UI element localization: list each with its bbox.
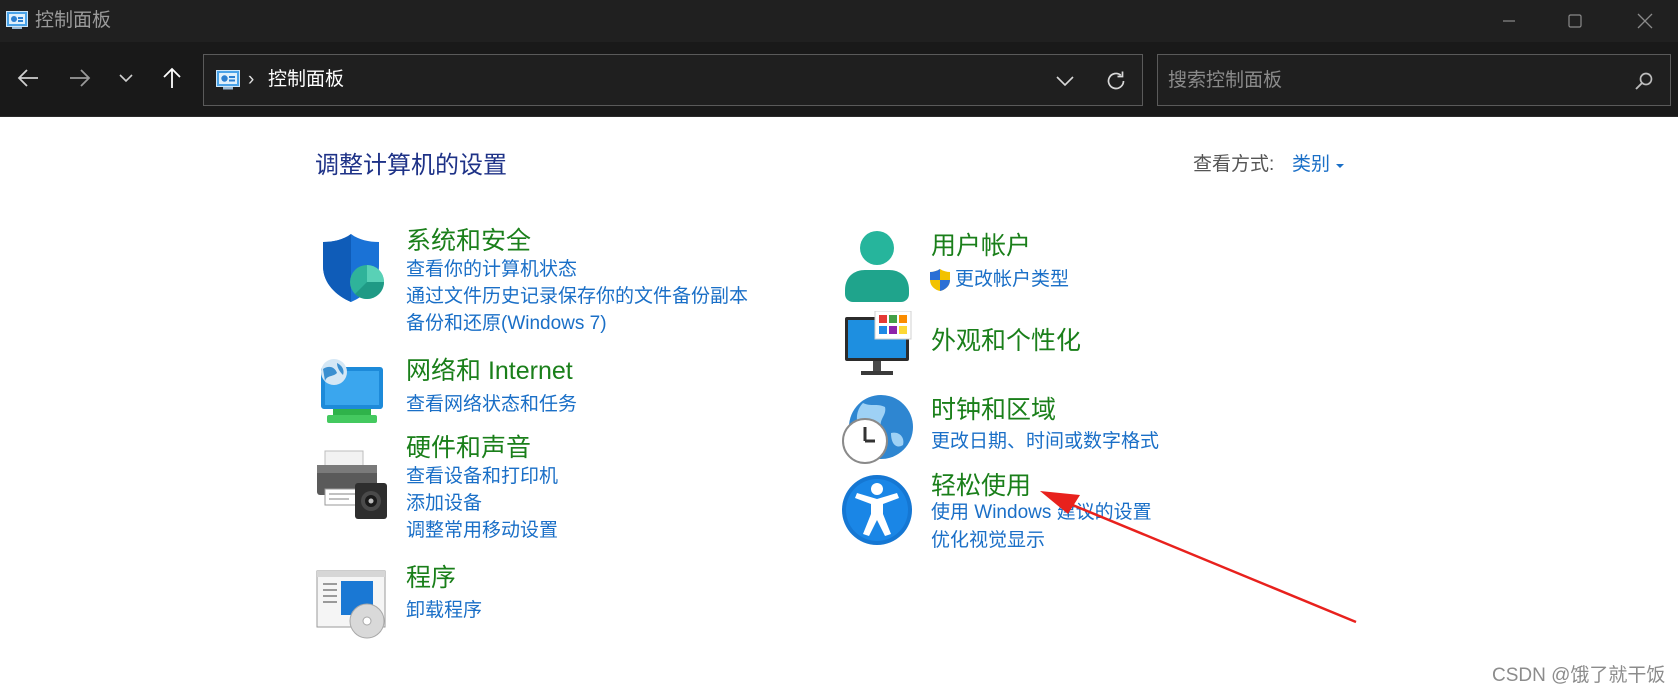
refresh-button[interactable] — [1102, 68, 1130, 94]
category-title-appearance[interactable]: 外观和个性化 — [931, 325, 1081, 357]
control-panel-icon — [6, 11, 28, 29]
breadcrumb-separator: › — [248, 69, 255, 90]
navigation-bar: › 控制面板 搜索控制面板 — [0, 42, 1678, 117]
appearance-icon[interactable] — [841, 311, 913, 383]
arrow-up-icon — [163, 67, 181, 88]
link-view-computer-status[interactable]: 查看你的计算机状态 — [406, 257, 577, 283]
minimize-button[interactable] — [1476, 0, 1542, 42]
chevron-down-icon — [1056, 76, 1074, 86]
maximize-icon — [1568, 14, 1582, 28]
close-button[interactable] — [1612, 0, 1678, 42]
category-title-hardware-sound[interactable]: 硬件和声音 — [406, 432, 531, 464]
up-button[interactable] — [155, 61, 189, 95]
control-panel-icon — [216, 70, 240, 90]
minimize-icon — [1503, 20, 1515, 22]
category-title-system-security[interactable]: 系统和安全 — [406, 225, 531, 257]
address-dropdown-button[interactable] — [1052, 69, 1078, 93]
recent-locations-button[interactable] — [109, 61, 143, 95]
window-title: 控制面板 — [35, 10, 112, 31]
search-icon[interactable] — [1632, 69, 1656, 93]
forward-button[interactable] — [63, 61, 97, 95]
view-by-label: 查看方式: — [1193, 154, 1275, 175]
back-button[interactable] — [11, 61, 45, 95]
search-input[interactable]: 搜索控制面板 — [1168, 69, 1282, 93]
link-file-history-backup[interactable]: 通过文件历史记录保存你的文件备份副本 — [406, 284, 748, 310]
address-bar[interactable]: › 控制面板 — [203, 54, 1143, 106]
search-box[interactable]: 搜索控制面板 — [1157, 54, 1671, 106]
close-icon — [1637, 13, 1653, 29]
view-by-dropdown[interactable]: 类别 — [1292, 152, 1330, 178]
caret-down-icon[interactable] — [1335, 162, 1345, 170]
refresh-icon — [1107, 71, 1125, 90]
link-windows-recommended-settings[interactable]: 使用 Windows 建议的设置 — [931, 500, 1152, 526]
programs-icon[interactable] — [315, 569, 387, 641]
link-add-device[interactable]: 添加设备 — [406, 491, 482, 517]
category-title-user-accounts[interactable]: 用户帐户 — [931, 230, 1031, 262]
category-title-clock-region[interactable]: 时钟和区域 — [931, 394, 1056, 426]
network-icon[interactable] — [315, 357, 387, 429]
uac-shield-icon — [930, 269, 950, 291]
link-mobility-settings[interactable]: 调整常用移动设置 — [406, 518, 558, 544]
link-change-date-time-format[interactable]: 更改日期、时间或数字格式 — [931, 429, 1159, 455]
printer-icon[interactable] — [315, 449, 387, 521]
breadcrumb-control-panel[interactable]: 控制面板 — [268, 68, 344, 92]
link-change-account-type[interactable]: 更改帐户类型 — [955, 267, 1069, 293]
category-title-network-internet[interactable]: 网络和 Internet — [406, 355, 573, 387]
user-icon[interactable] — [841, 230, 913, 302]
title-bar: 控制面板 — [0, 0, 1678, 42]
accessibility-icon[interactable] — [841, 474, 913, 546]
arrow-right-icon — [70, 69, 91, 87]
watermark: CSDN @饿了就干饭 — [1492, 665, 1666, 686]
arrow-left-icon — [17, 69, 38, 87]
link-devices-printers[interactable]: 查看设备和打印机 — [406, 464, 558, 490]
maximize-button[interactable] — [1542, 0, 1608, 42]
category-title-ease-of-access[interactable]: 轻松使用 — [931, 470, 1031, 502]
link-uninstall-program[interactable]: 卸载程序 — [406, 598, 482, 624]
clock-globe-icon[interactable] — [841, 393, 913, 465]
link-optimize-visual-display[interactable]: 优化视觉显示 — [931, 528, 1045, 554]
link-backup-restore-win7[interactable]: 备份和还原(Windows 7) — [406, 311, 607, 337]
shield-icon[interactable] — [315, 232, 387, 304]
chevron-down-icon — [119, 74, 133, 83]
link-view-network-status[interactable]: 查看网络状态和任务 — [406, 392, 577, 418]
category-title-programs[interactable]: 程序 — [406, 562, 456, 594]
page-title: 调整计算机的设置 — [315, 152, 507, 179]
